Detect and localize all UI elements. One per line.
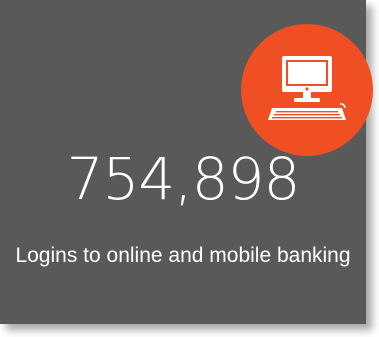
stat-value: 754,898 (66, 145, 301, 213)
icon-badge (241, 24, 373, 156)
desktop-computer-icon (268, 56, 346, 120)
stat-label: Logins to online and mobile banking (15, 244, 351, 267)
stat-card: 754,898 Logins to online and mobile bank… (0, 0, 373, 324)
